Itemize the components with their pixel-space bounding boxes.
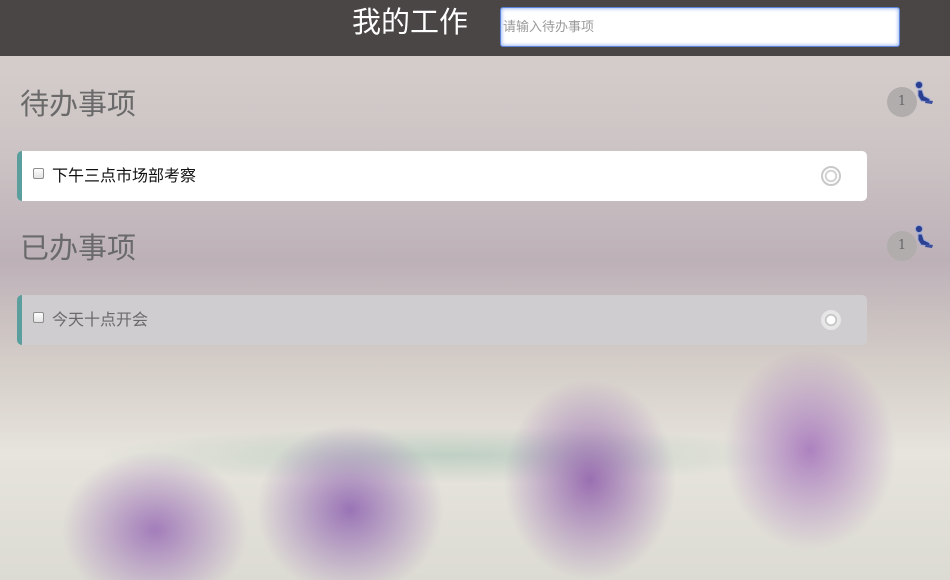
todo-input[interactable] [500, 7, 900, 47]
top-bar: 我的工作 [0, 0, 950, 56]
todo-item-text: 下午三点市场部考察 [52, 166, 197, 185]
app-title: 我的工作 [352, 5, 469, 39]
circle-button-icon[interactable] [821, 310, 841, 330]
done-item-text: 今天十点开会 [52, 310, 149, 329]
user-icon [914, 224, 933, 248]
todo-checkbox[interactable] [33, 168, 44, 179]
todo-item[interactable]: 下午三点市场部考察 [17, 151, 867, 201]
user-icon [914, 80, 933, 104]
pending-section-title: 待办事项 [20, 87, 137, 121]
done-checkbox[interactable] [33, 312, 44, 323]
circle-button-icon[interactable] [821, 166, 841, 186]
done-item[interactable]: 今天十点开会 [17, 295, 867, 345]
done-section-title: 已办事项 [20, 231, 137, 265]
